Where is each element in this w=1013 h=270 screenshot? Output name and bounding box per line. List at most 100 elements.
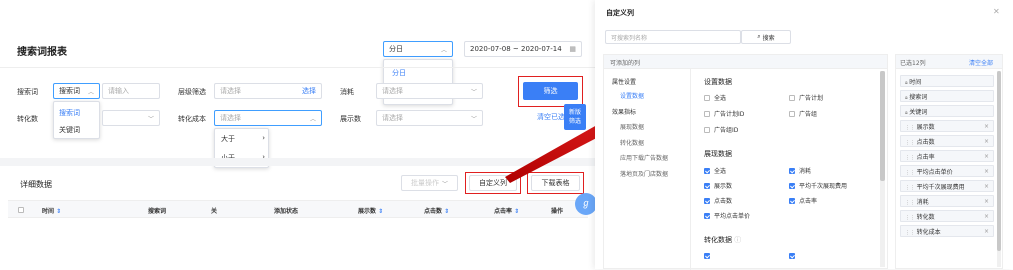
available-scrollbar[interactable] — [880, 71, 885, 267]
conv-label: 转化数 — [17, 115, 38, 123]
filter-button[interactable]: 筛选 — [523, 82, 578, 100]
remove-icon[interactable]: × — [984, 183, 989, 190]
selected-column-item[interactable]: ⋮⋮ 消耗 × — [900, 195, 994, 207]
column-search-button[interactable]: ⌕ 搜索 — [741, 30, 791, 44]
checkbox-select-all-display[interactable]: 全选 — [704, 166, 726, 175]
chevron-up-icon: ︿ — [440, 46, 447, 54]
category-app-download[interactable]: 应用下载广告数据 — [620, 153, 668, 162]
selected-column-item[interactable]: ⋮⋮ 点击率 × — [900, 150, 994, 162]
selected-panel: 已选12列 清空全部 🔒︎ 时间 🔒︎ 搜索词 🔒︎ 关键词 ⋮⋮ 展示数 × ⋮⋮ 点击… — [895, 54, 1003, 269]
checkbox-ad-group-id[interactable]: 广告组ID — [704, 125, 738, 134]
custom-columns-dialog: 自定义列 ✕ 可搜索列名称 ⌕ 搜索 可添加的列 属性设置 设置数据 效果指标 展… — [595, 0, 1013, 270]
checkbox-cpm[interactable]: 平均千次展现费用 — [789, 181, 847, 190]
selected-column-item[interactable]: ⋮⋮ 平均千次展现费用 × — [900, 180, 994, 192]
chevron-up-icon: ︿ — [87, 88, 94, 96]
available-panel: 可添加的列 属性设置 设置数据 效果指标 展现数据 转化数据 应用下载广告数据 … — [603, 54, 888, 270]
convcost-label: 转化成本 — [178, 115, 206, 123]
checkbox-clicks[interactable]: 点击数 — [704, 196, 732, 205]
drag-handle-icon: ⋮⋮ — [905, 154, 917, 161]
search-filter-label: 搜索词 — [17, 88, 38, 96]
category-setting-data[interactable]: 设置数据 — [620, 91, 644, 100]
level-filter-label: 层级筛选 — [178, 88, 206, 96]
convcost-select[interactable]: 请选择 ︿ — [214, 110, 322, 126]
col-ctr[interactable]: 点击率 ⇕ — [494, 206, 519, 215]
drag-handle-icon: ⋮⋮ — [905, 199, 917, 206]
search-input[interactable]: 请输入 — [102, 83, 160, 99]
checkbox-ad-group[interactable]: 广告组 — [789, 109, 817, 118]
category-effect-metrics[interactable]: 效果指标 — [612, 107, 636, 116]
drag-handle-icon: ⋮⋮ — [905, 214, 917, 221]
drag-handle-icon: ⋮⋮ — [905, 124, 917, 131]
checkbox-select-all-setting[interactable]: 全选 — [704, 93, 726, 102]
chevron-right-icon: › — [262, 134, 265, 142]
floating-help-button[interactable]: ℊ — [575, 193, 597, 215]
conv-select[interactable]: ﹀ — [102, 110, 160, 126]
selected-column-item[interactable]: ⋮⋮ 展示数 × — [900, 120, 994, 132]
search-type-select[interactable]: 搜索词 ︿ — [53, 83, 100, 99]
divider — [0, 67, 600, 68]
selected-column-item[interactable]: ⋮⋮ 点击数 × — [900, 135, 994, 147]
selected-column-item[interactable]: 🔒︎ 搜索词 — [900, 90, 994, 102]
remove-icon[interactable]: × — [984, 198, 989, 205]
remove-icon[interactable]: × — [984, 153, 989, 160]
remove-icon[interactable]: × — [984, 123, 989, 130]
remove-icon[interactable]: × — [984, 138, 989, 145]
search-icon: ⌕ — [757, 33, 761, 40]
checkbox-conversion-partial[interactable] — [789, 253, 795, 259]
option-greater[interactable]: 大于 › — [221, 134, 265, 144]
checkbox-cpc[interactable]: 平均点击单价 — [704, 211, 750, 220]
remove-icon[interactable]: × — [984, 228, 989, 235]
col-search-word: 搜索词 — [148, 208, 167, 215]
selected-column-item[interactable]: ⋮⋮ 转化成本 × — [900, 225, 994, 237]
selected-scrollbar[interactable] — [997, 71, 1001, 267]
checkbox-select-all-conversion[interactable] — [704, 253, 710, 259]
checkbox-impressions[interactable]: 展示数 — [704, 181, 732, 190]
level-select-link[interactable]: 选择 — [302, 86, 316, 96]
close-icon[interactable]: ✕ — [993, 7, 1000, 16]
detail-title: 详细数据 — [20, 180, 52, 189]
selected-column-item[interactable]: ⋮⋮ 转化数 × — [900, 210, 994, 222]
select-all-checkbox[interactable] — [18, 207, 24, 213]
drag-handle-icon: ⋮⋮ — [905, 139, 917, 146]
col-truncated: 关 — [211, 208, 218, 215]
search-type-option-search-word[interactable]: 搜索词 — [59, 108, 80, 118]
col-actions: 操作 — [551, 208, 564, 215]
section-title-conversion: 转化数据 ⓘ — [704, 236, 742, 244]
category-display-data[interactable]: 展现数据 — [620, 122, 644, 131]
selected-column-item[interactable]: 🔒︎ 时间 — [900, 75, 994, 87]
selected-count: 已选12列 — [900, 60, 926, 67]
impressions-select[interactable]: 请选择 ﹀ — [376, 110, 483, 126]
category-conversion-data[interactable]: 转化数据 — [620, 138, 644, 147]
remove-icon[interactable]: × — [984, 213, 989, 220]
clear-all-link[interactable]: 清空全部 — [969, 58, 993, 67]
checkbox-ad-plan[interactable]: 广告计划 — [789, 93, 823, 102]
chevron-down-icon: ﹀ — [147, 115, 154, 123]
selected-column-item[interactable]: 🔒︎ 关键词 — [900, 105, 994, 117]
cost-label: 消耗 — [340, 88, 354, 96]
selected-column-item[interactable]: ⋮⋮ 平均点击单价 × — [900, 165, 994, 177]
granularity-option-day[interactable]: 分日 — [392, 68, 406, 78]
category-attribute[interactable]: 属性设置 — [612, 77, 636, 86]
date-range-picker[interactable]: 2020-07-08 ~ 2020-07-14 ▦ — [464, 41, 582, 57]
chevron-down-icon: ﹀ — [470, 88, 477, 96]
col-impressions[interactable]: 展示数 ⇕ — [358, 206, 383, 215]
remove-icon[interactable]: × — [984, 168, 989, 175]
table-header: 时间 ⇕ 搜索词 关 添加状态 展示数 ⇕ 点击数 ⇕ 点击率 ⇕ 操作 — [8, 200, 588, 218]
batch-ops-button[interactable]: 批量操作 ﹀ — [401, 175, 458, 191]
category-landing-page[interactable]: 落地页及门店数据 — [620, 169, 668, 178]
drag-handle-icon: ⋮⋮ — [905, 184, 917, 191]
col-clicks[interactable]: 点击数 ⇕ — [424, 206, 449, 215]
granularity-select[interactable]: 分日 ︿ — [383, 41, 453, 57]
chevron-up-icon: ︿ — [309, 115, 316, 123]
checkbox-ctr[interactable]: 点击率 — [789, 196, 817, 205]
drag-handle-icon: ⋮⋮ — [905, 229, 917, 236]
search-type-option-keyword[interactable]: 关键词 — [59, 125, 80, 135]
col-time[interactable]: 时间 ⇕ — [42, 206, 61, 215]
chevron-down-icon: ﹀ — [470, 115, 477, 123]
level-filter-input[interactable]: 请选择 选择 — [214, 83, 322, 99]
column-search-input[interactable]: 可搜索列名称 — [605, 30, 741, 44]
checkbox-cost[interactable]: 消耗 — [789, 166, 811, 175]
checkbox-ad-plan-id[interactable]: 广告计划ID — [704, 109, 744, 118]
cost-select[interactable]: 请选择 ﹀ — [376, 83, 483, 99]
impressions-label: 展示数 — [340, 115, 361, 123]
